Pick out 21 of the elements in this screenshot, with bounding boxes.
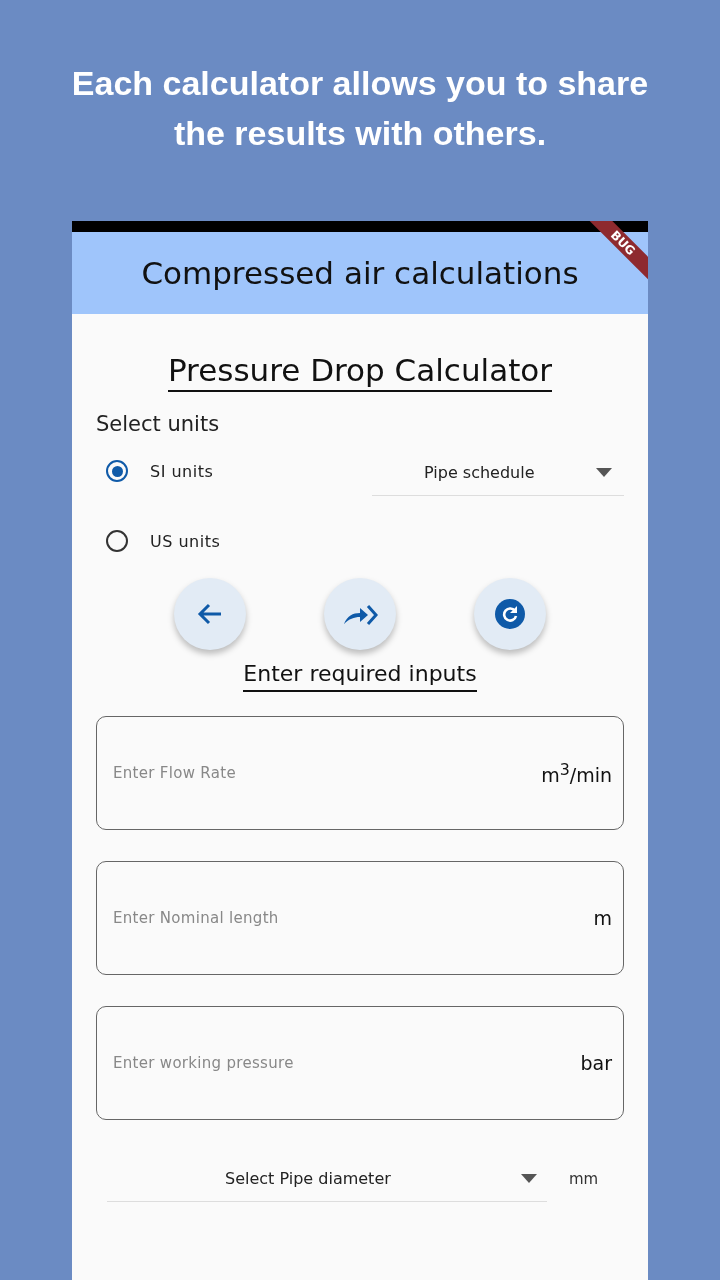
unit-label: m (593, 907, 612, 929)
radio-option[interactable]: US units (96, 530, 221, 552)
unit-label: m$^{3}$/min (541, 759, 612, 787)
share-button[interactable] (324, 578, 396, 650)
dropdown-caret-icon (521, 1174, 537, 1183)
headline: Each calculator allows you to share the results with others. (70, 63, 650, 154)
schedule-dropdown[interactable]: Pipe schedule (372, 450, 624, 496)
radio-option[interactable]: SI units (96, 460, 214, 482)
section-title: Enter required inputs (243, 658, 477, 692)
page-title: Pressure Drop Calculator (167, 350, 553, 392)
units-label: Select units (96, 412, 221, 436)
unit-label: bar (580, 1052, 612, 1074)
dropdown-caret-icon (596, 468, 612, 477)
refresh-icon (495, 599, 525, 629)
share-icon (342, 602, 378, 626)
back-button[interactable] (174, 578, 246, 650)
unit-label: mm (569, 1170, 599, 1188)
back-arrow-icon (197, 603, 223, 625)
reset-button[interactable] (474, 578, 546, 650)
diameter-dropdown[interactable]: Select Pipe diameter (107, 1156, 547, 1202)
app-title: Compressed air calculations (141, 255, 579, 291)
